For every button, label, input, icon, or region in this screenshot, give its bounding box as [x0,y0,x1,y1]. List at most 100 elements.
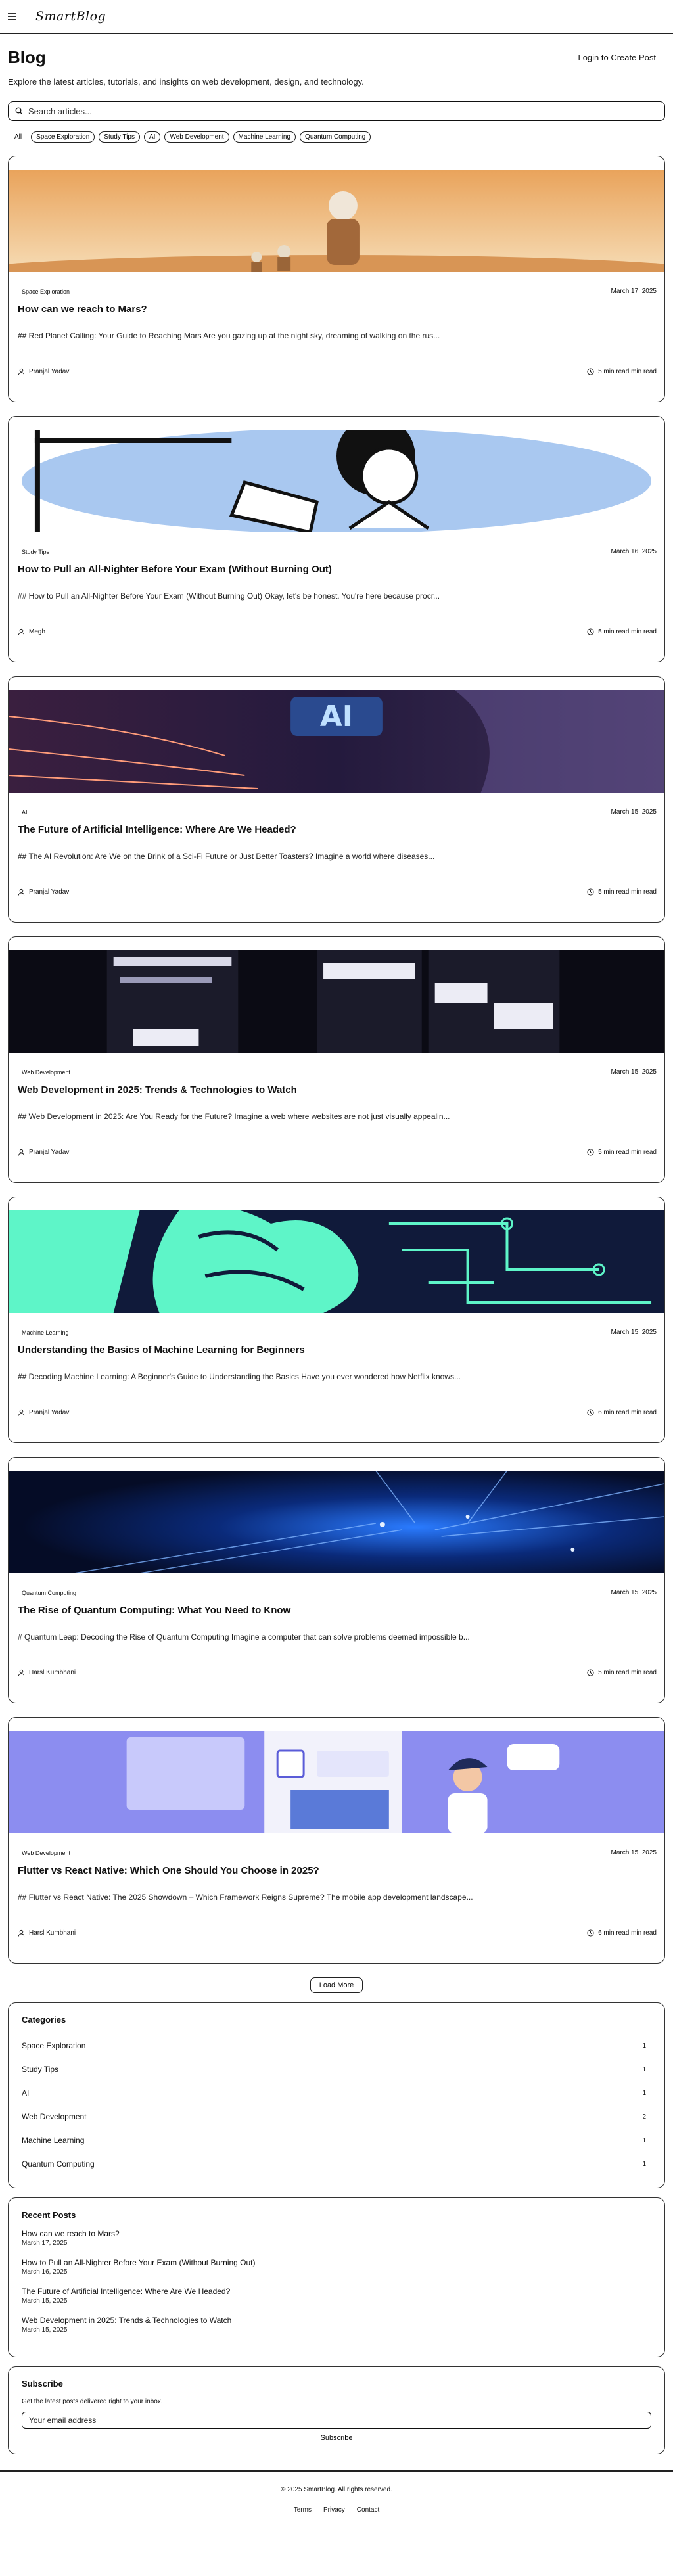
category-count: 1 [642,2089,646,2097]
filter-machine-learning[interactable]: Machine Learning [233,131,296,143]
recent-post-item[interactable]: The Future of Artificial Intelligence: W… [22,2287,651,2305]
user-icon [18,1149,25,1156]
category-name: Machine Learning [22,2136,85,2145]
filter-space-exploration[interactable]: Space Exploration [31,131,95,143]
recent-post-item[interactable]: How to Pull an All-Nighter Before Your E… [22,2258,651,2276]
recent-post-item[interactable]: Web Development in 2025: Trends & Techno… [22,2316,651,2334]
post-title[interactable]: Understanding the Basics of Machine Lear… [18,1345,305,1356]
filter-study-tips[interactable]: Study Tips [99,131,140,143]
filter-all[interactable]: All [8,132,28,142]
recent-posts-heading: Recent Posts [22,2210,76,2220]
category-item-machine-learning[interactable]: Machine Learning 1 [22,2128,651,2152]
categories-panel: Categories Space Exploration 1 Study Tips… [8,2002,665,2188]
post-read-time: 6 min read min read [587,1409,657,1416]
recent-post-title[interactable]: Web Development in 2025: Trends & Techno… [22,2316,651,2325]
recent-post-title[interactable]: How can we reach to Mars? [22,2229,651,2238]
post-date: March 15, 2025 [611,808,657,816]
category-item-web-development[interactable]: Web Development 2 [22,2105,651,2128]
post-category-badge: Quantum Computing [22,1589,77,1596]
filter-quantum-computing[interactable]: Quantum Computing [300,131,371,143]
category-item-ai[interactable]: AI 1 [22,2081,651,2105]
post-read-time: 5 min read min read [587,368,657,375]
post-author: Megh [18,628,45,635]
user-icon [18,888,25,896]
post-read-time: 5 min read min read [587,888,657,896]
top-navbar: SmartBlog [0,0,673,34]
hamburger-menu-icon[interactable] [8,11,18,22]
clock-icon [587,1669,594,1676]
recent-post-title[interactable]: The Future of Artificial Intelligence: W… [22,2287,651,2296]
post-card[interactable]: Web Development March 15, 2025 Flutter vs… [8,1717,665,1964]
category-item-study-tips[interactable]: Study Tips 1 [22,2058,651,2081]
post-excerpt: # Quantum Leap: Decoding the Rise of Qua… [18,1632,470,1642]
post-read-time: 6 min read min read [587,1929,657,1937]
post-cover-image [9,1731,664,1833]
clock-icon [587,888,594,896]
category-filters: All Space Exploration Study Tips AI Web … [0,121,673,143]
subscribe-description: Get the latest posts delivered right to … [22,2398,163,2405]
recent-post-date: March 15, 2025 [22,2326,68,2334]
recent-post-item[interactable]: How can we reach to Mars? March 17, 2025 [22,2229,651,2247]
clock-icon [587,1929,594,1937]
clock-icon [587,628,594,635]
post-card[interactable]: AI AI March 15, 2025 The Future of Artifi… [8,676,665,923]
post-card[interactable]: Quantum Computing March 15, 2025 The Rise… [8,1457,665,1703]
category-name: Quantum Computing [22,2159,95,2169]
email-field[interactable] [22,2412,651,2429]
post-excerpt: ## Red Planet Calling: Your Guide to Rea… [18,331,440,340]
post-date: March 17, 2025 [611,288,657,295]
post-author: Pranjal Yadav [18,888,69,896]
filter-ai[interactable]: AI [144,131,161,143]
category-count: 1 [642,2042,646,2050]
user-icon [18,628,25,635]
post-read-time: 5 min read min read [587,1149,657,1156]
post-excerpt: ## The AI Revolution: Are We on the Brin… [18,852,435,861]
post-title[interactable]: How can we reach to Mars? [18,304,147,315]
user-icon [18,1669,25,1676]
load-more-button[interactable]: Load More [310,1977,363,1993]
post-read-time: 5 min read min read [587,628,657,635]
footer-links: Terms Privacy Contact [0,2506,673,2514]
post-author: Pranjal Yadav [18,1149,69,1156]
subscribe-heading: Subscribe [22,2379,63,2389]
post-title[interactable]: How to Pull an All-Nighter Before Your E… [18,564,332,575]
terms-link[interactable]: Terms [294,2506,312,2514]
recent-post-title[interactable]: How to Pull an All-Nighter Before Your E… [22,2258,651,2267]
post-read-time-text: 5 min read min read [598,628,657,635]
login-to-create-post-link[interactable]: Login to Create Post [578,53,656,62]
search-input[interactable] [28,106,658,116]
recent-post-date: March 17, 2025 [22,2240,68,2247]
post-card[interactable]: Machine Learning March 15, 2025 Understan… [8,1197,665,1443]
subscribe-button[interactable]: Subscribe [321,2434,353,2442]
post-excerpt: ## Flutter vs React Native: The 2025 Sho… [18,1893,473,1902]
category-name: Web Development [22,2112,87,2121]
filter-web-development[interactable]: Web Development [164,131,229,143]
post-author-name: Pranjal Yadav [29,1149,70,1156]
post-read-time-text: 6 min read min read [598,1929,657,1937]
category-item-space-exploration[interactable]: Space Exploration 1 [22,2034,651,2058]
post-title[interactable]: The Future of Artificial Intelligence: W… [18,824,296,835]
post-author: Pranjal Yadav [18,1409,69,1416]
post-card[interactable]: Study Tips March 16, 2025 How to Pull an … [8,416,665,662]
post-card[interactable]: Web Development March 15, 2025 Web Develo… [8,936,665,1183]
post-list: Space Exploration March 17, 2025 How can … [0,143,673,1964]
contact-link[interactable]: Contact [357,2506,379,2514]
privacy-link[interactable]: Privacy [323,2506,345,2514]
category-count: 2 [642,2113,646,2121]
post-date: March 15, 2025 [611,1329,657,1336]
clock-icon [587,1409,594,1416]
post-author-name: Pranjal Yadav [29,368,70,375]
post-title[interactable]: Flutter vs React Native: Which One Shoul… [18,1865,319,1876]
post-cover-image [9,1471,664,1573]
post-cover-image [9,950,664,1053]
post-card[interactable]: Space Exploration March 17, 2025 How can … [8,156,665,402]
post-title[interactable]: The Rise of Quantum Computing: What You … [18,1605,290,1616]
post-author-name: Megh [29,628,46,635]
category-name: AI [22,2088,30,2098]
post-read-time: 5 min read min read [587,1669,657,1676]
search-bar[interactable] [8,101,665,121]
category-item-quantum-computing[interactable]: Quantum Computing 1 [22,2152,651,2176]
site-logo[interactable]: SmartBlog [35,9,106,24]
post-title[interactable]: Web Development in 2025: Trends & Techno… [18,1084,297,1095]
user-icon [18,1409,25,1416]
